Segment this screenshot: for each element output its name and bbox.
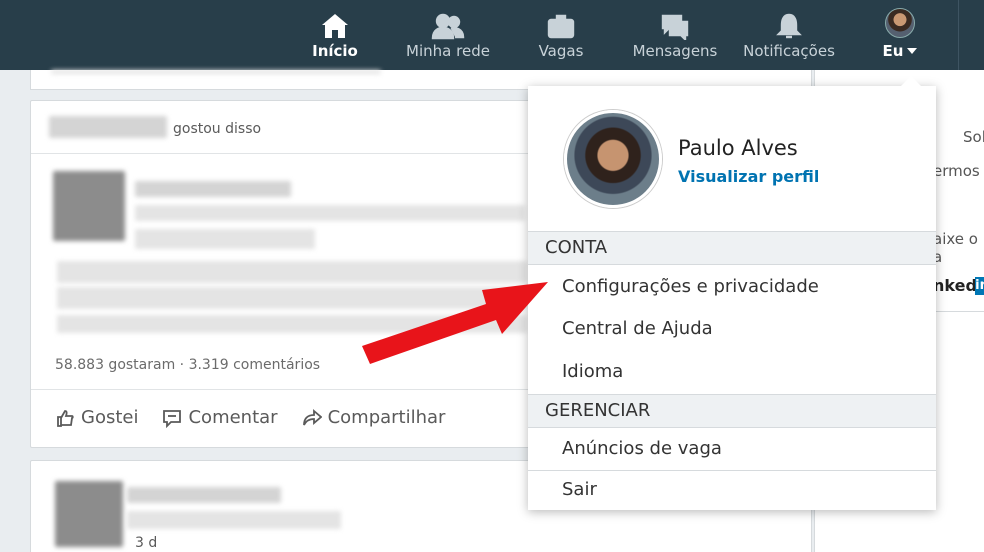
nav-item-notificacoes[interactable]: Notificações bbox=[740, 0, 838, 70]
user-avatar-small bbox=[885, 8, 915, 38]
messages-icon bbox=[659, 0, 691, 40]
menu-item-sign-out[interactable]: Sair bbox=[562, 479, 597, 500]
menu-divider bbox=[528, 470, 936, 471]
blurred-avatar bbox=[53, 171, 125, 241]
linkedin-brand-text: nked bbox=[933, 276, 977, 295]
share-button[interactable]: Compartilhar bbox=[302, 407, 446, 428]
briefcase-icon bbox=[546, 0, 576, 40]
nav-item-vagas[interactable]: Vagas bbox=[532, 0, 590, 70]
rail-text: aixe o a bbox=[933, 230, 978, 266]
menu-item-help-center[interactable]: Central de Ajuda bbox=[562, 318, 713, 339]
blurred-avatar bbox=[55, 481, 123, 547]
comment-icon bbox=[163, 409, 182, 428]
bell-icon bbox=[774, 0, 804, 40]
caret-down-icon bbox=[907, 48, 918, 54]
section-header-conta: CONTA bbox=[528, 231, 936, 265]
people-icon bbox=[431, 0, 465, 40]
view-profile-link[interactable]: Visualizar perfil bbox=[678, 167, 819, 186]
like-button[interactable]: Gostei bbox=[55, 407, 138, 428]
post-stats[interactable]: 58.883 gostaram · 3.319 comentários bbox=[55, 357, 320, 373]
nav-item-mensagens[interactable]: Mensagens bbox=[630, 0, 720, 70]
section-header-gerenciar: GERENCIAR bbox=[528, 394, 936, 428]
thumbs-up-icon bbox=[57, 409, 74, 427]
comment-button[interactable]: Comentar bbox=[162, 407, 278, 428]
nav-label-mensagens: Mensagens bbox=[632, 42, 718, 60]
menu-item-settings-privacy[interactable]: Configurações e privacidade bbox=[562, 276, 819, 297]
nav-label-vagas: Vagas bbox=[538, 42, 584, 60]
nav-label-eu: Eu bbox=[882, 42, 904, 60]
comment-label: Comentar bbox=[188, 407, 278, 428]
share-icon bbox=[302, 408, 322, 425]
rail-text: Sol bbox=[963, 128, 984, 146]
dropdown-pointer bbox=[899, 76, 923, 88]
menu-item-language[interactable]: Idioma bbox=[562, 361, 623, 382]
profile-name: Paulo Alves bbox=[678, 136, 798, 160]
linkedin-logo-icon: in bbox=[975, 277, 984, 295]
top-nav-bar: Início Minha rede Vagas Mensagens Notifi… bbox=[0, 0, 984, 70]
post-time: 3 d bbox=[135, 535, 158, 551]
share-label: Compartilhar bbox=[327, 407, 446, 428]
nav-item-minha-rede[interactable]: Minha rede bbox=[402, 0, 494, 70]
nav-label-minha-rede: Minha rede bbox=[406, 42, 490, 60]
nav-label-notificacoes: Notificações bbox=[743, 42, 835, 60]
nav-label-inicio: Início bbox=[312, 42, 358, 60]
rail-text: ermos bbox=[933, 162, 980, 180]
liked-by-text: gostou disso bbox=[173, 121, 262, 137]
me-dropdown-menu: Paulo Alves Visualizar perfil CONTA Conf… bbox=[528, 86, 936, 510]
nav-divider bbox=[958, 0, 959, 70]
nav-item-inicio[interactable]: Início bbox=[306, 0, 364, 70]
annotation-arrow-icon bbox=[362, 282, 548, 364]
like-label: Gostei bbox=[81, 407, 139, 428]
home-icon bbox=[320, 0, 350, 40]
nav-item-eu[interactable]: Eu bbox=[870, 0, 930, 70]
menu-item-job-postings[interactable]: Anúncios de vaga bbox=[562, 438, 722, 459]
blurred-author-name bbox=[49, 116, 167, 138]
profile-avatar[interactable] bbox=[564, 110, 662, 208]
